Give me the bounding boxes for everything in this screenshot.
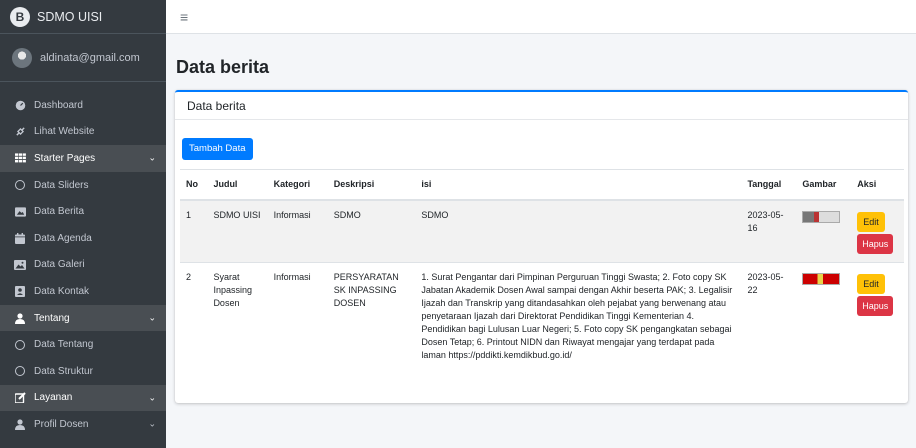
sidebar-nav: Dashboard Lihat Website Starter Pages ⌄ … [0, 82, 166, 438]
column-header: Tanggal [741, 169, 797, 201]
sidebar-item-label: Data Berita [34, 206, 85, 218]
column-header: Aksi [851, 169, 904, 201]
delete-button[interactable]: Hapus [857, 233, 894, 254]
card-title: Data berita [175, 92, 908, 120]
data-card: Data berita Tambah Data No Judul Kategor… [175, 90, 908, 403]
sidebar-item-data-kontak[interactable]: Data Kontak [0, 278, 166, 305]
cell-deskripsi: PERSYARATAN SK INPASSING DOSEN [327, 261, 416, 385]
sidebar-item-lihat-website[interactable]: Lihat Website [0, 119, 166, 146]
sidebar-item-data-agenda[interactable]: Data Agenda [0, 225, 166, 252]
sidebar-item-label: Tentang [34, 312, 70, 324]
cell-gambar [796, 261, 852, 385]
circle-icon [13, 339, 27, 350]
sidebar-item-label: Data Struktur [34, 365, 93, 377]
avatar [12, 47, 32, 68]
table-row: 1 SDMO UISI Informasi SDMO SDMO 2023-05-… [180, 199, 904, 262]
sidebar-item-tentang[interactable]: Tentang ⌄ [0, 304, 166, 332]
news-thumbnail [802, 272, 841, 285]
brand-link[interactable]: B SDMO UISI [0, 0, 166, 34]
sidebar-item-label: Data Galeri [34, 259, 85, 271]
table-header-row: No Judul Kategori Deskripsi isi Tanggal … [180, 169, 904, 201]
calendar-icon [13, 232, 27, 244]
circle-icon [13, 366, 27, 377]
user-panel[interactable]: aldinata@gmail.com [0, 34, 166, 82]
sidebar-item-data-struktur[interactable]: Data Struktur [0, 358, 166, 385]
page-title: Data berita [176, 57, 270, 77]
sidebar-item-starter-pages[interactable]: Starter Pages ⌄ [0, 145, 166, 172]
column-header: Kategori [267, 169, 328, 201]
sidebar-item-dashboard[interactable]: Dashboard [0, 92, 166, 119]
link-icon [13, 126, 27, 137]
sidebar-item-label: Starter Pages [34, 152, 96, 164]
chevron-down-icon: ⌄ [148, 152, 156, 163]
sidebar-item-label: Profil Dosen [34, 418, 89, 430]
cell-aksi: Edit Hapus [851, 199, 904, 262]
sidebar-item-label: Data Kontak [34, 285, 90, 297]
contact-icon [13, 285, 27, 297]
delete-button[interactable]: Hapus [857, 295, 894, 316]
hamburger-menu-icon[interactable]: ≡ [180, 9, 188, 25]
sidebar-item-label: Dashboard [34, 99, 83, 111]
sidebar-item-profil-dosen[interactable]: Profil Dosen ⌄ [0, 411, 166, 438]
column-header: Deskripsi [327, 169, 416, 201]
cell-tanggal: 2023-05-16 [741, 199, 797, 262]
chevron-down-icon: ⌄ [148, 392, 156, 403]
edit-icon [13, 392, 27, 404]
cell-no: 2 [180, 261, 208, 385]
sidebar-item-label: Data Tentang [34, 339, 94, 351]
cell-judul: SDMO UISI [207, 199, 268, 262]
sidebar-item-label: Layanan [34, 392, 73, 404]
topbar: ≡ [166, 0, 916, 34]
circle-icon [13, 180, 27, 191]
cell-judul: Syarat Inpassing Dosen [207, 261, 268, 385]
column-header: Gambar [796, 169, 852, 201]
brand-name: SDMO UISI [37, 9, 103, 24]
sidebar-item-data-tentang[interactable]: Data Tentang [0, 331, 166, 358]
sidebar: B SDMO UISI aldinata@gmail.com Dashboard… [0, 0, 166, 448]
sidebar-item-layanan[interactable]: Layanan ⌄ [0, 384, 166, 412]
user-icon [13, 312, 27, 324]
sidebar-item-label: Lihat Website [34, 126, 95, 138]
sidebar-item-data-galeri[interactable]: Data Galeri [0, 252, 166, 279]
cell-aksi: Edit Hapus [851, 261, 904, 385]
tachometer-icon [13, 100, 27, 111]
column-header: isi [415, 169, 742, 201]
sidebar-item-data-sliders[interactable]: Data Sliders [0, 172, 166, 199]
edit-button[interactable]: Edit [857, 273, 885, 294]
column-header: No [180, 169, 208, 201]
cell-kategori: Informasi [267, 261, 328, 385]
news-thumbnail [802, 210, 841, 223]
sidebar-item-label: Data Agenda [34, 232, 92, 244]
cell-kategori: Informasi [267, 199, 328, 262]
brand-logo-icon: B [10, 6, 30, 27]
column-header: Judul [207, 169, 268, 201]
chevron-down-icon: ⌄ [148, 312, 156, 323]
cell-isi: SDMO [415, 199, 742, 262]
cell-isi: 1. Surat Pengantar dari Pimpinan Perguru… [415, 261, 742, 385]
user-icon [13, 419, 27, 430]
table-row: 2 Syarat Inpassing Dosen Informasi PERSY… [180, 261, 904, 385]
user-email: aldinata@gmail.com [40, 51, 140, 64]
chevron-down-icon: ⌄ [148, 418, 156, 429]
image-icon [13, 207, 27, 217]
news-table: No Judul Kategori Deskripsi isi Tanggal … [180, 169, 904, 385]
grid-icon [13, 153, 27, 163]
sidebar-item-data-berita[interactable]: Data Berita [0, 198, 166, 225]
cell-deskripsi: SDMO [327, 199, 416, 262]
cell-no: 1 [180, 199, 208, 262]
sidebar-item-label: Data Sliders [34, 179, 89, 191]
edit-button[interactable]: Edit [857, 211, 885, 232]
gallery-icon [13, 259, 27, 270]
add-data-button[interactable]: Tambah Data [182, 138, 253, 160]
cell-tanggal: 2023-05-22 [741, 261, 797, 385]
cell-gambar [796, 199, 852, 262]
